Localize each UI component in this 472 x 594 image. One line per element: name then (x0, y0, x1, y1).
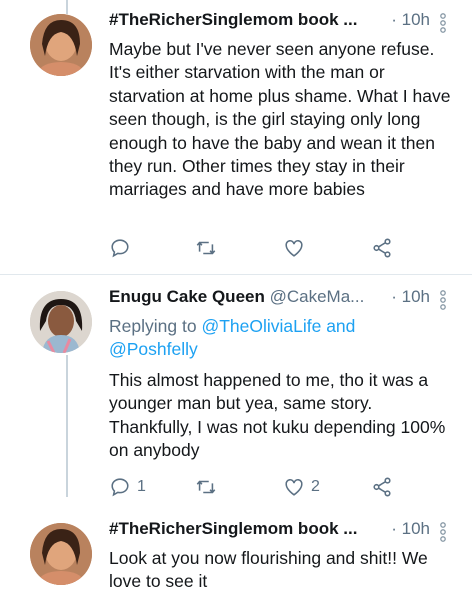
share-button[interactable] (371, 236, 393, 260)
retweet-button[interactable] (195, 236, 217, 260)
retweet-icon (196, 241, 216, 255)
tweet-text: Look at you now flourishing and shit!! W… (109, 548, 428, 592)
author-name[interactable]: #TheRicherSinglemom book ... (109, 10, 357, 29)
author-name[interactable]: Enugu Cake Queen (109, 287, 265, 306)
tweet-header: Enugu Cake Queen @CakeMa... · 10h (109, 287, 460, 311)
more-vertical-icon[interactable] (438, 12, 448, 34)
tweet[interactable]: #TheRicherSinglemom book ... · 10h Look … (0, 507, 472, 592)
thread-line (66, 355, 68, 497)
avatar[interactable] (30, 291, 92, 353)
reply-button[interactable]: 1 (109, 475, 146, 499)
like-button[interactable]: 2 (283, 475, 320, 499)
more-vertical-icon[interactable] (438, 289, 448, 311)
tweet-header: #TheRicherSinglemom book ... · 10h (109, 10, 460, 34)
tweet-text: This almost happened to me, tho it was a… (109, 370, 446, 461)
reply-icon (111, 239, 129, 258)
avatar[interactable] (30, 14, 92, 76)
avatar[interactable] (30, 523, 92, 585)
mention-link[interactable]: @Poshfelly (109, 339, 198, 359)
heart-icon (285, 479, 303, 496)
retweet-button[interactable] (195, 475, 217, 499)
heart-icon (285, 240, 303, 257)
tweet-actions (109, 236, 429, 260)
replying-prefix: Replying to (109, 316, 197, 336)
tweet-header: #TheRicherSinglemom book ... · 10h (109, 519, 460, 543)
share-icon (373, 477, 391, 497)
timestamp[interactable]: · 10h (391, 287, 430, 307)
timestamp[interactable]: · 10h (391, 519, 430, 539)
tweet[interactable]: #TheRicherSinglemom book ... · 10h Maybe… (0, 0, 472, 268)
share-icon (373, 238, 391, 258)
like-button[interactable] (283, 236, 305, 260)
like-count: 2 (311, 478, 320, 495)
timestamp[interactable]: · 10h (391, 10, 430, 30)
tweet-actions: 1 2 (109, 475, 429, 499)
retweet-icon (196, 480, 216, 494)
replying-to: Replying to @TheOliviaLife and @Poshfell… (109, 315, 459, 362)
mention-link[interactable]: @TheOliviaLife and (201, 316, 355, 336)
tweet[interactable]: Enugu Cake Queen @CakeMa... · 10h Replyi… (0, 275, 472, 497)
author-name[interactable]: #TheRicherSinglemom book ... (109, 519, 357, 538)
reply-count: 1 (137, 478, 146, 495)
share-button[interactable] (371, 475, 393, 499)
tweet-text: Maybe but I've never seen anyone refuse.… (109, 39, 451, 200)
reply-button[interactable] (109, 236, 131, 260)
author-handle[interactable]: @CakeMa... (270, 287, 365, 306)
more-vertical-icon[interactable] (438, 521, 448, 543)
reply-icon (111, 478, 129, 497)
